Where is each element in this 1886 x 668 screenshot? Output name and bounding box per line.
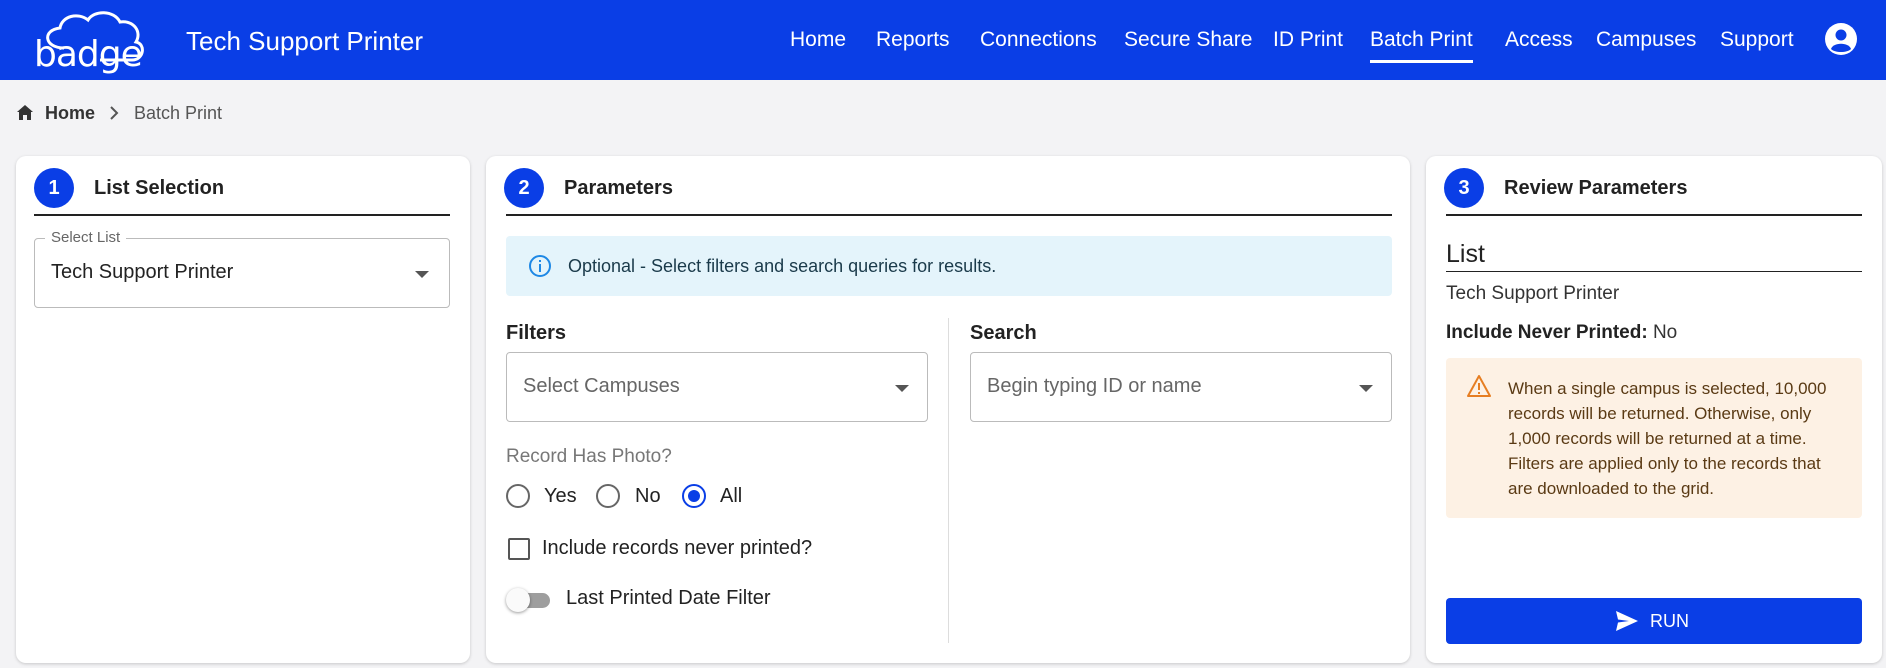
never-printed-checkbox[interactable] [508, 538, 530, 560]
nav-batch-print[interactable]: Batch Print [1370, 28, 1473, 63]
nav-access[interactable]: Access [1505, 28, 1573, 52]
toggle-thumb [506, 588, 530, 612]
step-title: Review Parameters [1504, 177, 1688, 199]
list-selection-card: 1 List Selection Select List Tech Suppor… [16, 156, 470, 663]
run-label: RUN [1650, 611, 1689, 631]
last-printed-label: Last Printed Date Filter [566, 587, 771, 609]
campuses-select[interactable]: Select Campuses [506, 352, 928, 422]
home-icon[interactable] [16, 104, 34, 122]
warning-icon [1467, 375, 1491, 397]
campuses-placeholder: Select Campuses [523, 375, 680, 397]
include-never-printed-value: No [1652, 322, 1678, 343]
include-never-printed-summary: Include Never Printed: No [1446, 322, 1677, 344]
filters-title: Filters [506, 322, 567, 344]
radio-no[interactable] [596, 484, 620, 508]
chevron-down-icon [1359, 385, 1373, 392]
review-list-heading: List [1446, 240, 1485, 268]
step-title: List Selection [94, 177, 225, 199]
last-printed-toggle[interactable] [506, 588, 552, 612]
nav-id-print[interactable]: ID Print [1273, 28, 1343, 52]
select-list-label: Select List [45, 229, 127, 246]
parameters-card: 2 Parameters Optional - Select filters a… [486, 156, 1410, 663]
search-autocomplete[interactable]: Begin typing ID or name [970, 352, 1392, 422]
send-icon [1616, 611, 1638, 631]
chevron-right-icon [110, 106, 119, 120]
breadcrumb-home[interactable]: Home [45, 103, 95, 124]
app-title: Tech Support Printer [186, 26, 424, 56]
run-button[interactable]: RUN [1446, 598, 1862, 644]
column-divider [948, 318, 949, 643]
radio-yes-label: Yes [544, 485, 577, 507]
search-title: Search [970, 322, 1037, 344]
nav-secure-share[interactable]: Secure Share [1124, 28, 1252, 52]
account-circle-icon[interactable] [1824, 22, 1858, 56]
badge-logo[interactable]: badge [30, 8, 170, 75]
review-list-divider [1446, 271, 1862, 272]
step-divider [1446, 214, 1862, 216]
step-title: Parameters [564, 177, 673, 199]
radio-all[interactable] [682, 484, 706, 508]
review-list-value: Tech Support Printer [1446, 283, 1620, 304]
nav-campuses[interactable]: Campuses [1596, 28, 1696, 52]
top-app-bar: badge Tech Support Printer Home Reports … [0, 0, 1886, 80]
step-number-badge: 2 [504, 168, 544, 208]
step-number-badge: 1 [34, 168, 74, 208]
chevron-down-icon [415, 271, 429, 278]
step-number-badge: 3 [1444, 168, 1484, 208]
review-parameters-card: 3 Review Parameters List Tech Support Pr… [1426, 156, 1882, 663]
info-text: Optional - Select filters and search que… [568, 256, 997, 276]
info-icon [529, 255, 551, 277]
chevron-down-icon [895, 385, 909, 392]
never-printed-label: Include records never printed? [542, 537, 813, 559]
radio-no-label: No [635, 485, 661, 507]
nav-support[interactable]: Support [1720, 28, 1794, 52]
select-list-value: Tech Support Printer [51, 261, 234, 283]
radio-yes[interactable] [506, 484, 530, 508]
warning-text: When a single campus is selected, 10,000… [1508, 379, 1827, 498]
step-divider [34, 214, 450, 216]
warning-alert: When a single campus is selected, 10,000… [1446, 358, 1862, 518]
radio-all-label: All [720, 485, 743, 507]
nav-home[interactable]: Home [790, 28, 846, 52]
logo-text: badge [34, 34, 143, 75]
nav-connections[interactable]: Connections [980, 28, 1097, 52]
breadcrumb-current: Batch Print [134, 103, 223, 123]
search-placeholder: Begin typing ID or name [987, 375, 1202, 397]
select-list-dropdown[interactable]: Select List Tech Support Printer [34, 229, 450, 308]
info-alert: Optional - Select filters and search que… [506, 236, 1392, 296]
nav-reports[interactable]: Reports [876, 28, 950, 52]
photo-question-label: Record Has Photo? [506, 446, 672, 467]
step-divider [506, 214, 1392, 216]
include-never-printed-key: Include Never Printed: [1446, 322, 1648, 343]
